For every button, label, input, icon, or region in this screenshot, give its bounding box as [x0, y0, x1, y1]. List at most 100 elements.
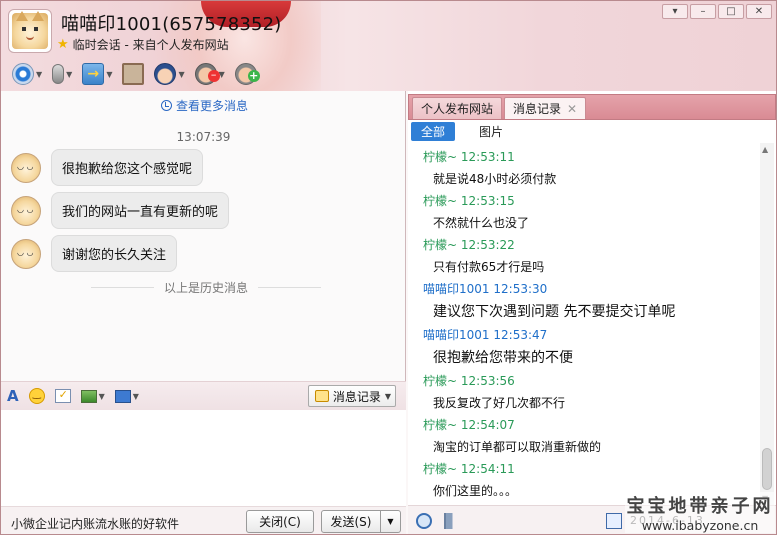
font-button[interactable]: A [7, 387, 19, 405]
log-entry-text: 只有付款65才行是吗 [433, 260, 545, 274]
chevron-down-icon: ▼ [384, 391, 391, 401]
block-user-button[interactable]: ▼ [192, 61, 228, 87]
monitor-icon [114, 389, 131, 403]
message-bubble: 我们的网站一直有更新的呢 [51, 192, 230, 229]
cat-avatar-icon[interactable] [11, 195, 41, 226]
history-filters: 全部 图片 [408, 120, 776, 143]
block-user-icon [194, 63, 220, 85]
history-panel: 个人发布网站 消息记录 ✕ 全部 图片 柠檬~ 12:53:11 就是说48小时… [408, 91, 776, 534]
send-file-icon [82, 63, 105, 85]
log-entry-text: 建议您下次遇到问题 先不要提交订单呢 [433, 304, 676, 320]
voice-call-button[interactable]: ▼ [49, 61, 75, 87]
window-controls: ▾ – □ ✕ [662, 4, 772, 19]
tab-label: 个人发布网站 [421, 102, 494, 116]
log-entry-text: 你们这里的。。。 [433, 484, 518, 498]
tab-message-history[interactable]: 消息记录 ✕ [504, 97, 587, 119]
close-window-button[interactable]: ✕ [746, 4, 772, 19]
message-history-button[interactable]: 消息记录 ▼ [307, 385, 396, 407]
search-icon[interactable] [416, 513, 432, 529]
close-button[interactable]: 关闭(C) [246, 510, 314, 533]
header: 喵喵印1001(657578352) ★ 临时会话 - 来自个人发布网站 ▾ –… [1, 1, 776, 151]
calendar-icon[interactable] [606, 513, 622, 529]
log-entry-header: 柠檬~ 12:54:11 [423, 462, 515, 476]
picture-icon [80, 389, 97, 403]
scrollbar-thumb[interactable] [762, 448, 772, 490]
maximize-button[interactable]: □ [718, 4, 744, 19]
send-button[interactable]: 发送(S) [321, 510, 381, 533]
log-entry-header: 柠檬~ 12:54:07 [423, 418, 515, 432]
screenshot-button[interactable]: ▼ [114, 389, 139, 403]
ad-link[interactable]: 小微企业记内账流水账的好软件 [11, 515, 179, 532]
minimize-button[interactable]: – [690, 4, 716, 19]
message-history-label: 消息记录 [332, 389, 381, 404]
log-entry-text: 我反复改了好几次都不行 [433, 396, 566, 410]
log-entry-header: 柠檬~ 12:53:22 [423, 238, 515, 252]
menu-button[interactable]: ▾ [662, 4, 688, 19]
remote-screen-button[interactable] [119, 61, 147, 87]
note-icon [54, 388, 71, 403]
add-friend-icon [234, 63, 260, 85]
log-entry-header: 柠檬~ 12:53:15 [423, 194, 515, 208]
log-entry-header: 柠檬~ 12:53:11 [423, 150, 515, 164]
watermark-url: www.ibabyzone.cn [641, 518, 759, 533]
view-more-label: 查看更多消息 [176, 99, 249, 113]
chat-log-icon [314, 390, 329, 402]
view-more-messages-link[interactable]: 查看更多消息 [161, 97, 248, 114]
filter-all[interactable]: 全部 [411, 122, 456, 141]
send-options-button[interactable]: ▼ [380, 510, 401, 533]
log-entry-header: 喵喵印1001 12:53:30 [423, 282, 548, 296]
smiley-icon [28, 388, 45, 404]
message-timestamp: 13:07:39 [176, 130, 231, 144]
history-scrollbar[interactable]: ▲ ▼ [760, 143, 774, 505]
camera-icon [12, 63, 34, 85]
cat-avatar-icon[interactable] [11, 238, 41, 269]
format-toolbar: A ▼ ▼ 消息记录 ▼ [1, 381, 406, 410]
history-separator-label: 以上是历史消息 [164, 281, 249, 295]
log-entry-text: 很抱歉给您带来的不便 [433, 350, 573, 366]
bottom-bar: 小微企业记内账流水账的好软件 关闭(C) 发送(S) ▼ [1, 506, 406, 534]
message-input[interactable] [1, 410, 406, 506]
toolbar: ▼ ▼ ▼ ▼ ▼ [9, 61, 260, 87]
message-bubble: 很抱歉给您这个感觉呢 [51, 149, 204, 186]
history-log: 柠檬~ 12:53:11 就是说48小时必须付款 柠檬~ 12:53:15 不然… [408, 143, 762, 505]
contact-name[interactable]: 喵喵印1001(657578352) [61, 10, 282, 36]
log-entry-text: 就是说48小时必须付款 [433, 172, 557, 186]
video-call-button[interactable]: ▼ [9, 61, 45, 87]
session-info-text: 临时会话 - 来自个人发布网站 [72, 38, 229, 52]
font-icon: A [7, 387, 19, 405]
emoji-button[interactable] [28, 388, 45, 404]
chat-message: 谢谢您的长久关注 [11, 235, 178, 272]
log-entry-header: 柠檬~ 12:53:56 [423, 374, 515, 388]
remote-screen-icon [122, 63, 145, 85]
chat-window: 喵喵印1001(657578352) ★ 临时会话 - 来自个人发布网站 ▾ –… [0, 0, 777, 535]
log-entry-text: 淘宝的订单都可以取消重新做的 [433, 440, 602, 454]
watermark: 宝宝地带亲子网 www.ibabyzone.cn [625, 492, 775, 533]
cat-avatar-icon[interactable] [11, 152, 41, 183]
panel-tabs: 个人发布网站 消息记录 ✕ [408, 94, 776, 120]
contact-avatar[interactable] [8, 9, 52, 53]
note-button[interactable] [54, 388, 71, 403]
clock-icon [161, 100, 172, 111]
star-icon: ★ [57, 37, 69, 52]
cat-avatar-icon [12, 11, 48, 49]
microphone-icon [52, 64, 65, 84]
session-info: ★ 临时会话 - 来自个人发布网站 [57, 36, 229, 53]
chat-panel: 查看更多消息 13:07:39 很抱歉给您这个感觉呢 我们的网站一直有更新的呢 … [1, 91, 406, 534]
close-tab-icon[interactable]: ✕ [567, 102, 577, 116]
add-friend-button[interactable] [232, 61, 260, 87]
watermark-title: 宝宝地带亲子网 [626, 496, 774, 517]
log-entry-header: 喵喵印1001 12:53:47 [423, 328, 548, 342]
tab-label: 消息记录 [513, 102, 562, 116]
filter-images[interactable]: 图片 [469, 122, 513, 141]
send-file-button[interactable]: ▼ [79, 61, 115, 87]
message-bubble: 谢谢您的长久关注 [51, 235, 178, 272]
history-separator: 以上是历史消息 [91, 279, 322, 296]
log-entry-text: 不然就什么也没了 [433, 216, 530, 230]
chat-message: 我们的网站一直有更新的呢 [11, 192, 230, 229]
chat-message: 很抱歉给您这个感觉呢 [11, 149, 204, 186]
report-button[interactable]: ▼ [151, 61, 187, 87]
picture-button[interactable]: ▼ [80, 389, 105, 403]
scroll-up-icon[interactable]: ▲ [762, 145, 768, 154]
speaker-icon[interactable] [444, 513, 460, 529]
tab-personal-site[interactable]: 个人发布网站 [412, 97, 503, 119]
